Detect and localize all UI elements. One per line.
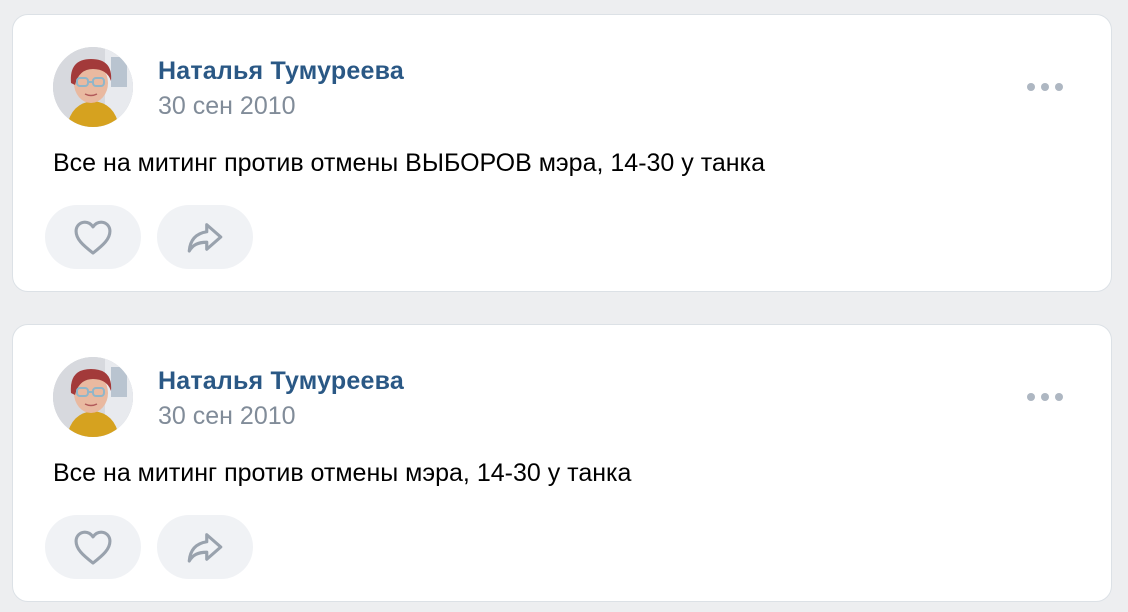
share-button[interactable]	[157, 205, 253, 269]
more-dots-icon[interactable]	[1027, 387, 1063, 407]
avatar[interactable]	[53, 357, 133, 437]
heart-icon	[74, 530, 112, 565]
post-text: Все на митинг против отмены мэра, 14-30 …	[53, 459, 632, 487]
post-text: Все на митинг против отмены ВЫБОРОВ мэра…	[53, 149, 765, 177]
author-name[interactable]: Наталья Тумуреева	[158, 57, 404, 86]
like-button[interactable]	[45, 205, 141, 269]
post-card: Наталья Тумуреева 30 сен 2010 Все на мит…	[12, 14, 1112, 292]
avatar-image	[53, 357, 133, 437]
news-feed: Наталья Тумуреева 30 сен 2010 Все на мит…	[0, 0, 1128, 612]
post-date[interactable]: 30 сен 2010	[158, 402, 296, 431]
avatar-image	[53, 47, 133, 127]
post-card: Наталья Тумуреева 30 сен 2010 Все на мит…	[12, 324, 1112, 602]
share-button[interactable]	[157, 515, 253, 579]
share-arrow-icon	[187, 533, 223, 563]
post-date[interactable]: 30 сен 2010	[158, 92, 296, 121]
author-name[interactable]: Наталья Тумуреева	[158, 367, 404, 396]
heart-icon	[74, 220, 112, 255]
avatar[interactable]	[53, 47, 133, 127]
more-dots-icon[interactable]	[1027, 77, 1063, 97]
like-button[interactable]	[45, 515, 141, 579]
share-arrow-icon	[187, 223, 223, 253]
